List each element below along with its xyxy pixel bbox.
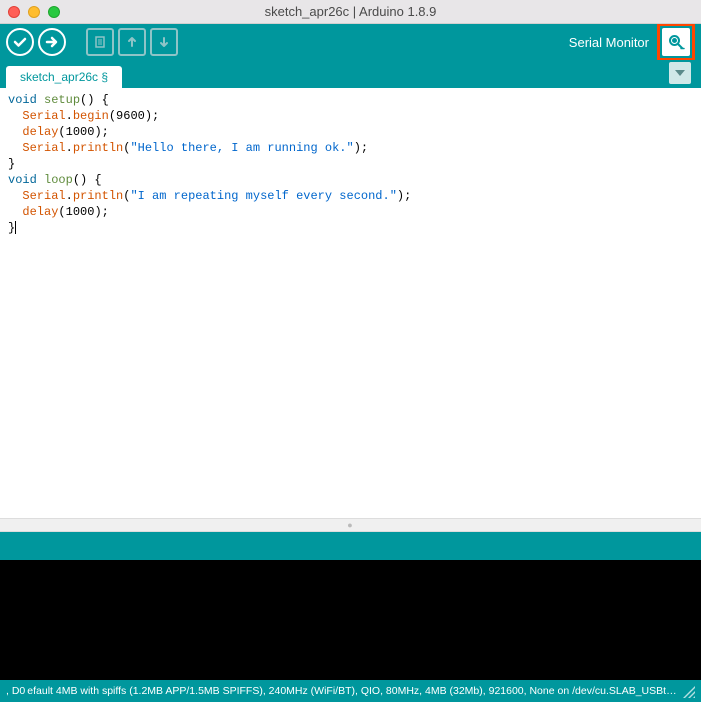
status-board-info: efault 4MB with spiffs (1.2MB APP/1.5MB … [25,685,681,697]
status-line-col: , D0 [6,685,25,697]
text-cursor [15,221,16,234]
window-controls [8,6,60,18]
status-bar: , D0 efault 4MB with spiffs (1.2MB APP/1… [0,680,701,702]
arrow-down-icon [157,35,171,49]
save-sketch-button[interactable] [150,28,178,56]
toolbar: Serial Monitor [0,24,701,60]
code-line: } [8,156,693,172]
console-output[interactable] [0,560,701,680]
serial-monitor-button[interactable] [662,28,690,56]
highlighted-annotation [657,23,695,61]
arrow-right-icon [45,35,59,49]
console-header [0,532,701,560]
open-sketch-button[interactable] [118,28,146,56]
tab-bar: sketch_apr26c § [0,60,701,88]
upload-button[interactable] [38,28,66,56]
code-line: Serial.begin(9600); [8,108,693,124]
console-resize-handle[interactable]: ● [0,518,701,532]
window-titlebar: sketch_apr26c | Arduino 1.8.9 [0,0,701,24]
arrow-up-icon [125,35,139,49]
check-icon [13,35,27,49]
code-line: delay(1000); [8,204,693,220]
maximize-window-button[interactable] [48,6,60,18]
serial-monitor-label: Serial Monitor [569,35,649,50]
code-line: void loop() { [8,172,693,188]
minimize-window-button[interactable] [28,6,40,18]
code-line: Serial.println("Hello there, I am runnin… [8,140,693,156]
window-title: sketch_apr26c | Arduino 1.8.9 [8,4,693,19]
code-line: } [8,220,693,236]
code-line: Serial.println("I am repeating myself ev… [8,188,693,204]
code-line: void setup() { [8,92,693,108]
tab-menu-button[interactable] [669,62,691,84]
code-editor[interactable]: void setup() { Serial.begin(9600); delay… [0,88,701,518]
new-sketch-button[interactable] [86,28,114,56]
verify-button[interactable] [6,28,34,56]
code-line: delay(1000); [8,124,693,140]
chevron-down-icon [675,70,685,76]
resize-grip-icon [683,686,695,698]
close-window-button[interactable] [8,6,20,18]
magnifier-icon [667,33,685,51]
window-resize-grip[interactable] [681,684,695,698]
file-icon [93,35,107,49]
grip-icon: ● [347,520,353,530]
tab-sketch[interactable]: sketch_apr26c § [6,66,122,88]
